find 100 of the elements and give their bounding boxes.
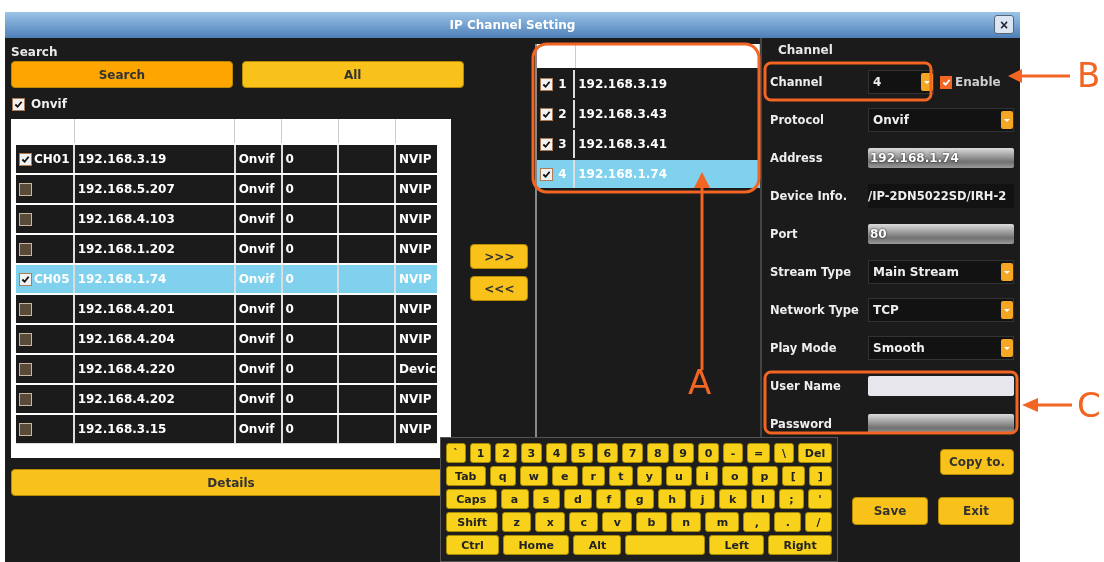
keyboard-key[interactable]: Home — [503, 535, 570, 555]
keyboard-key[interactable]: y — [636, 466, 662, 486]
checkbox[interactable] — [540, 107, 554, 121]
keyboard-key[interactable]: e — [551, 466, 578, 486]
keyboard-key[interactable]: 4 — [545, 443, 568, 463]
keyboard-key[interactable]: a — [500, 489, 529, 509]
dropdown-field[interactable]: Onvif — [868, 108, 1014, 132]
checkbox[interactable] — [19, 182, 32, 196]
keyboard-key[interactable]: Caps — [446, 489, 497, 509]
field-label: Network Type — [770, 303, 860, 317]
keyboard-key[interactable]: Ctrl — [446, 535, 500, 555]
checkbox[interactable] — [19, 332, 32, 346]
dropdown-field[interactable]: TCP — [868, 298, 1014, 322]
checkbox[interactable] — [940, 75, 952, 89]
keyboard-key[interactable]: ` — [446, 443, 466, 463]
keyboard-key[interactable]: i — [695, 466, 718, 486]
keyboard-key[interactable]: s — [532, 489, 560, 509]
keyboard-key[interactable]: v — [602, 512, 633, 532]
keyboard-key[interactable]: f — [596, 489, 622, 509]
keyboard-key[interactable]: Tab — [446, 466, 486, 486]
dropdown-field[interactable]: 4 — [868, 70, 934, 94]
keyboard-key[interactable]: ' — [807, 489, 832, 509]
device-row[interactable]: 192.168.3.15 Onvif 0 NVIP — [16, 415, 437, 443]
keyboard-key[interactable]: Right — [768, 535, 832, 555]
checkbox[interactable] — [19, 362, 32, 376]
device-row[interactable]: 192.168.1.202 Onvif 0 NVIP — [16, 235, 437, 263]
keyboard-key[interactable]: k — [718, 489, 747, 509]
keyboard-key[interactable]: x — [535, 512, 566, 532]
keyboard-key[interactable]: c — [569, 512, 599, 532]
keyboard-key[interactable]: z — [502, 512, 532, 532]
keyboard-key[interactable]: 2 — [495, 443, 517, 463]
device-row[interactable]: 192.168.4.201 Onvif 0 NVIP — [16, 295, 437, 323]
keyboard-key[interactable]: 6 — [596, 443, 618, 463]
transfer-button[interactable]: >>> — [470, 244, 529, 269]
keyboard-key[interactable]: 7 — [621, 443, 644, 463]
keyboard-key[interactable]: \ — [774, 443, 794, 463]
input-field[interactable] — [868, 376, 1014, 396]
keyboard-key[interactable]: = — [747, 443, 770, 463]
keyboard-key[interactable]: Shift — [446, 512, 499, 532]
keyboard-key[interactable]: b — [636, 512, 667, 532]
keyboard-key[interactable]: 9 — [672, 443, 694, 463]
checkbox[interactable] — [19, 392, 32, 406]
keyboard-key[interactable]: u — [665, 466, 692, 486]
keyboard-key[interactable]: w — [519, 466, 548, 486]
keyboard-key[interactable]: 5 — [571, 443, 593, 463]
keyboard-key[interactable]: ; — [779, 489, 804, 509]
footer-button[interactable]: Save — [852, 497, 928, 525]
checkbox[interactable] — [540, 137, 554, 151]
keyboard-key[interactable]: / — [805, 512, 832, 532]
device-row[interactable]: 192.168.4.204 Onvif 0 NVIP — [16, 325, 437, 353]
copy-button[interactable]: Copy to. — [940, 449, 1014, 475]
field-label: Address — [770, 151, 824, 165]
checkbox[interactable] — [540, 167, 554, 181]
dropdown-field[interactable]: Smooth — [868, 336, 1014, 360]
keyboard-key[interactable]: d — [563, 489, 593, 509]
keyboard-key[interactable]: . — [774, 512, 802, 532]
keyboard-key[interactable]: n — [670, 512, 702, 532]
device-row[interactable]: 192.168.4.103 Onvif 0 NVIP — [16, 205, 437, 233]
keyboard-key[interactable]: j — [690, 489, 715, 509]
search-button[interactable]: All — [241, 61, 464, 88]
table-cell: 0 — [285, 362, 294, 376]
keyboard-key[interactable]: Del — [798, 443, 833, 463]
checkbox[interactable] — [19, 152, 32, 166]
keyboard-key[interactable]: 0 — [697, 443, 720, 463]
keyboard-key[interactable]: , — [743, 512, 771, 532]
input-field[interactable] — [868, 414, 1014, 434]
keyboard-key[interactable]: 3 — [520, 443, 542, 463]
footer-button[interactable]: Exit — [938, 497, 1014, 525]
checkbox[interactable] — [19, 272, 32, 286]
device-row[interactable]: 192.168.4.202 Onvif 0 NVIP — [16, 385, 437, 413]
keyboard-key[interactable]: m — [705, 512, 740, 532]
keyboard-key[interactable]: l — [750, 489, 775, 509]
checkbox[interactable] — [540, 77, 554, 91]
keyboard-key[interactable]: o — [721, 466, 748, 486]
checkbox[interactable] — [19, 302, 32, 316]
transfer-button[interactable]: <<< — [470, 276, 529, 301]
search-button[interactable]: Search — [11, 61, 233, 88]
keyboard-key[interactable]: h — [657, 489, 687, 509]
keyboard-key[interactable]: [ — [781, 466, 805, 486]
device-row[interactable]: 192.168.5.207 Onvif 0 NVIP — [16, 175, 437, 203]
keyboard-key[interactable]: Left — [709, 535, 765, 555]
keyboard-key[interactable]: 1 — [470, 443, 492, 463]
table-cell: NVIP — [399, 152, 432, 166]
close-button[interactable]: × — [994, 15, 1014, 34]
checkbox[interactable] — [19, 212, 32, 226]
keyboard-key[interactable]: ] — [808, 466, 832, 486]
checkbox[interactable] — [12, 97, 25, 111]
keyboard-key[interactable]: - — [723, 443, 744, 463]
checkbox[interactable] — [19, 422, 32, 436]
checkbox[interactable] — [19, 242, 32, 256]
device-row[interactable]: 192.168.4.220 Onvif 0 Devic — [16, 355, 437, 383]
dropdown-field[interactable]: Main Stream — [868, 260, 1014, 284]
keyboard-key[interactable]: q — [489, 466, 516, 486]
keyboard-key[interactable]: g — [625, 489, 654, 509]
keyboard-key[interactable]: t — [609, 466, 633, 486]
keyboard-key[interactable]: 8 — [647, 443, 669, 463]
device-row[interactable]: CH01 192.168.3.19 Onvif 0 NVIP — [16, 145, 437, 173]
keyboard-key[interactable]: Alt — [573, 535, 622, 555]
keyboard-key[interactable]: r — [581, 466, 606, 486]
keyboard-key[interactable]: p — [751, 466, 778, 486]
